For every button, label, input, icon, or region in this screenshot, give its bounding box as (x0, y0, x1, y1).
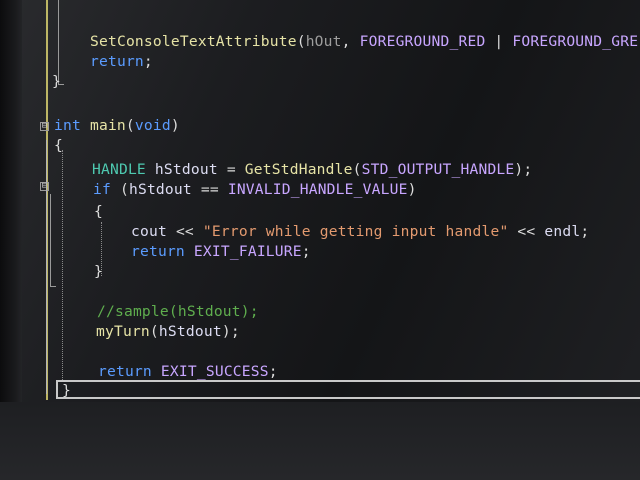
code-token: cout (131, 223, 167, 240)
code-line[interactable]: if (hStdout == INVALID_HANDLE_VALUE) (93, 180, 417, 200)
code-token: | (485, 33, 513, 50)
code-line[interactable]: return EXIT_FAILURE; (131, 242, 311, 262)
code-token: << (166, 223, 203, 240)
code-token: } (52, 73, 61, 90)
code-token: FOREGROUND_RED (359, 33, 486, 50)
code-token: ( (352, 161, 362, 178)
code-token: FOREGROUND_GRE (512, 33, 639, 50)
code-token: ; (580, 223, 590, 240)
code-token: EXIT_SUCCESS (160, 363, 269, 380)
code-token: hStdout (154, 161, 218, 178)
code-token: main (89, 117, 126, 134)
code-token: << (508, 223, 545, 240)
code-token: ; (143, 53, 153, 70)
code-token: myTurn (96, 323, 150, 340)
code-token: ( (149, 323, 159, 340)
editor-empty-area (0, 402, 640, 480)
collapse-if-icon[interactable]: ⊟ (40, 182, 49, 191)
code-line[interactable]: SetConsoleTextAttribute(hOut, FOREGROUND… (90, 32, 638, 52)
code-token: ( (296, 33, 306, 50)
code-token: hStdout (128, 181, 192, 198)
brace-guide-if (50, 194, 51, 286)
code-line[interactable]: HANDLE hStdout = GetStdHandle(STD_OUTPUT… (92, 160, 532, 180)
code-token: ) (407, 181, 417, 198)
code-line[interactable]: { (54, 136, 63, 156)
code-token: ); (514, 161, 533, 178)
code-area[interactable]: SetConsoleTextAttribute(hOut, FOREGROUND… (0, 0, 638, 399)
code-token: if (93, 181, 111, 198)
code-line[interactable]: return; (90, 52, 153, 72)
code-token: "Error while getting input handle" (202, 223, 509, 240)
code-token: EXIT_FAILURE (193, 243, 302, 260)
code-line[interactable]: int main(void) (54, 116, 180, 136)
code-line[interactable]: //sample(hStdout); (97, 302, 259, 322)
code-token: ( (125, 117, 135, 134)
code-line[interactable]: cout << "Error while getting input handl… (131, 222, 589, 242)
code-token: , (341, 33, 360, 50)
code-token: return (131, 243, 185, 260)
indent-guide-main (62, 150, 63, 380)
brace-guide-main (46, 140, 47, 394)
code-editor-window: ⊟ ⊟ SetConsoleTextAttribute(hOut, FOREGR… (0, 0, 640, 480)
current-line-highlight (56, 380, 640, 399)
code-token: GetStdHandle (244, 161, 353, 178)
code-line[interactable]: } (94, 262, 103, 282)
code-token: hStdout (158, 323, 222, 340)
code-token: ; (268, 363, 278, 380)
code-token: void (134, 117, 171, 134)
code-line[interactable]: } (52, 72, 61, 92)
code-line[interactable]: { (94, 202, 103, 222)
code-token: SetConsoleTextAttribute (90, 33, 297, 50)
code-token: } (94, 263, 103, 280)
code-token: == (191, 181, 228, 198)
code-token: ); (221, 323, 240, 340)
code-token: endl (544, 223, 581, 240)
code-token: return (90, 53, 144, 70)
code-token: ( (110, 181, 129, 198)
brace-guide-if-end (50, 286, 56, 287)
code-line[interactable]: return EXIT_SUCCESS; (98, 362, 278, 382)
code-token: int (54, 117, 81, 134)
code-token: { (94, 203, 103, 220)
code-token: ) (170, 117, 180, 134)
collapse-main-icon[interactable]: ⊟ (40, 122, 49, 131)
code-token: STD_OUTPUT_HANDLE (361, 161, 515, 178)
code-token: hOut (305, 33, 342, 50)
code-token: return (98, 363, 152, 380)
code-token: INVALID_HANDLE_VALUE (227, 181, 408, 198)
code-token: HANDLE (92, 161, 146, 178)
code-token: //sample(hStdout); (97, 303, 259, 320)
code-token: { (54, 137, 63, 154)
code-token: = (217, 161, 245, 178)
code-token: ; (301, 243, 311, 260)
code-line[interactable]: myTurn(hStdout); (96, 322, 240, 342)
